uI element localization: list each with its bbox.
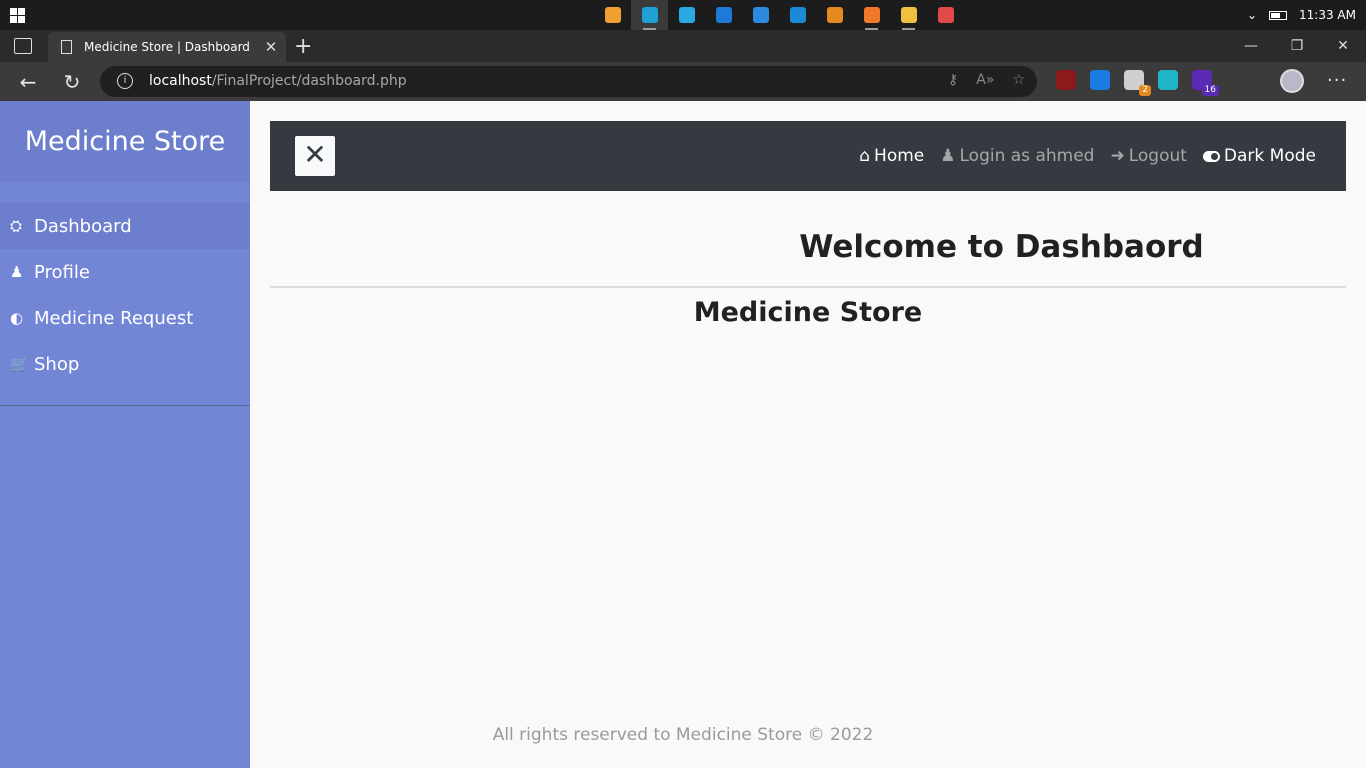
restore-button[interactable]: ❐ — [1274, 30, 1320, 62]
remote-app-icon — [678, 7, 695, 23]
taskbar-app[interactable] — [594, 0, 631, 30]
extension-badge: 16 — [1201, 85, 1219, 96]
sidebar-item-dashboard[interactable]: ⛭ Dashboard — [0, 203, 250, 249]
sidebar-item-medicine-request[interactable]: ◐ Medicine Request — [0, 295, 250, 341]
taskbar-app[interactable] — [631, 0, 668, 30]
profile-avatar[interactable] — [1280, 69, 1304, 93]
share-extension-icon[interactable] — [1158, 70, 1178, 90]
nav-logout-label: Logout — [1128, 146, 1187, 166]
browser-tabstrip: Medicine Store | Dashboard ✕ + — ❐ ✕ — [0, 30, 1366, 62]
tray-chevron-icon[interactable]: ⌄ — [1247, 8, 1257, 22]
nav-login-link[interactable]: ♟ Login as ahmed — [940, 146, 1094, 166]
sidebar-brand: Medicine Store — [0, 101, 250, 182]
taskbar-app[interactable] — [668, 0, 705, 30]
page-subtitle: Medicine Store — [693, 297, 923, 328]
windows-start-icon[interactable] — [10, 8, 26, 23]
tab-close-icon[interactable]: ✕ — [256, 38, 286, 56]
dashboard-icon: ⛭ — [10, 217, 23, 235]
nav-links: ⌂ Home ♟ Login as ahmed ➜ Logout Dark Mo… — [859, 121, 1316, 191]
taskbar-app[interactable] — [742, 0, 779, 30]
taskbar-app[interactable] — [890, 0, 927, 30]
sidebar-item-profile[interactable]: ♟ Profile — [0, 249, 250, 295]
sidebar-toggle-button[interactable]: ✕ — [295, 136, 335, 176]
user-icon: ♟ — [10, 263, 24, 281]
vscode-app-icon — [789, 7, 806, 23]
sidebar: Medicine Store ⛭ Dashboard ♟ Profile ◐ M… — [0, 101, 250, 768]
dark-mode-toggle[interactable]: Dark Mode — [1202, 146, 1316, 166]
nav-logout-link[interactable]: ➜ Logout — [1110, 146, 1186, 166]
toggle-icon — [1202, 150, 1220, 162]
close-window-button[interactable]: ✕ — [1320, 30, 1366, 62]
taskbar-app[interactable] — [705, 0, 742, 30]
address-bar[interactable]: i localhost/FinalProject/dashboard.php ⚷… — [100, 66, 1037, 97]
footer-text: All rights reserved to Medicine Store © … — [492, 725, 874, 745]
taskbar-apps — [594, 0, 964, 30]
s-extension-icon[interactable] — [1090, 70, 1110, 90]
dark-mode-label: Dark Mode — [1223, 146, 1316, 166]
ublock-extension-icon[interactable] — [1056, 70, 1076, 90]
new-tab-button[interactable]: + — [294, 34, 312, 59]
system-tray: ⌄ 11:33 AM — [1247, 0, 1356, 30]
divider — [270, 286, 1346, 288]
taskbar-app[interactable] — [853, 0, 890, 30]
logout-icon: ➜ — [1110, 146, 1125, 166]
read-aloud-icon[interactable]: A» — [976, 72, 994, 88]
cart-icon: 🛒 — [10, 355, 29, 373]
tab-actions-icon[interactable] — [14, 38, 32, 54]
xampp-app-icon — [863, 7, 880, 23]
user-icon: ♟ — [940, 146, 956, 166]
sidebar-item-label: Medicine Request — [34, 307, 194, 329]
sidebar-item-label: Shop — [34, 353, 80, 375]
cloud-extension-icon[interactable]: 2 — [1124, 70, 1151, 96]
sublime-app-icon — [826, 7, 843, 23]
minimize-button[interactable]: — — [1228, 30, 1274, 62]
site-info-icon[interactable]: i — [117, 73, 133, 89]
address-actions: ⚷ A» ☆ — [948, 72, 1025, 88]
nav-login-label: Login as ahmed — [959, 146, 1095, 166]
password-key-icon[interactable]: ⚷ — [948, 72, 958, 88]
paint-app-icon — [937, 7, 954, 23]
taskbar-app[interactable] — [816, 0, 853, 30]
url-text[interactable]: localhost/FinalProject/dashboard.php — [149, 73, 407, 89]
page-title: Welcome to Dashbaord — [799, 229, 1204, 265]
taskbar-app[interactable] — [927, 0, 964, 30]
nav-home-label: Home — [874, 146, 925, 166]
page-icon — [61, 40, 72, 54]
more-menu-button[interactable]: ··· — [1327, 70, 1347, 91]
sidebar-item-label: Dashboard — [34, 215, 132, 237]
back-button[interactable]: ← — [14, 68, 42, 96]
sidebar-item-label: Profile — [34, 261, 90, 283]
refresh-button[interactable]: ↻ — [58, 68, 86, 96]
sidebar-item-shop[interactable]: 🛒 Shop — [0, 341, 250, 387]
pills-icon: ◐ — [10, 309, 24, 327]
folder-app-icon — [900, 7, 917, 23]
window-controls: — ❐ ✕ — [1228, 30, 1366, 62]
taskview-app-icon — [604, 7, 621, 23]
taskbar-app[interactable] — [779, 0, 816, 30]
browser-toolbar: ← ↻ i localhost/FinalProject/dashboard.p… — [0, 62, 1366, 101]
monitor-app-icon — [715, 7, 732, 23]
url-host: localhost — [149, 73, 212, 89]
windows-taskbar: ⌄ 11:33 AM — [0, 0, 1366, 30]
url-path: /FinalProject/dashboard.php — [211, 73, 407, 89]
home-icon: ⌂ — [859, 146, 871, 166]
nav-home-link[interactable]: ⌂ Home — [859, 146, 924, 166]
taskbar-clock[interactable]: 11:33 AM — [1299, 8, 1356, 22]
puzzle-extension-icon[interactable]: 16 — [1192, 70, 1219, 96]
tab-title: Medicine Store | Dashboard — [84, 40, 250, 54]
screen-app-icon — [752, 7, 769, 23]
top-navbar: ✕ ⌂ Home ♟ Login as ahmed ➜ Logout Dark … — [270, 121, 1346, 191]
extension-icons: 2 16 — [1056, 70, 1219, 96]
battery-icon[interactable] — [1269, 10, 1288, 20]
favorite-star-icon[interactable]: ☆ — [1012, 72, 1025, 88]
page-viewport: Medicine Store ⛭ Dashboard ♟ Profile ◐ M… — [0, 101, 1366, 768]
browser-tab[interactable]: Medicine Store | Dashboard ✕ — [48, 32, 286, 62]
extension-badge: 2 — [1139, 85, 1151, 96]
sidebar-menu: ⛭ Dashboard ♟ Profile ◐ Medicine Request… — [0, 203, 250, 406]
edge-app-icon — [641, 7, 658, 23]
